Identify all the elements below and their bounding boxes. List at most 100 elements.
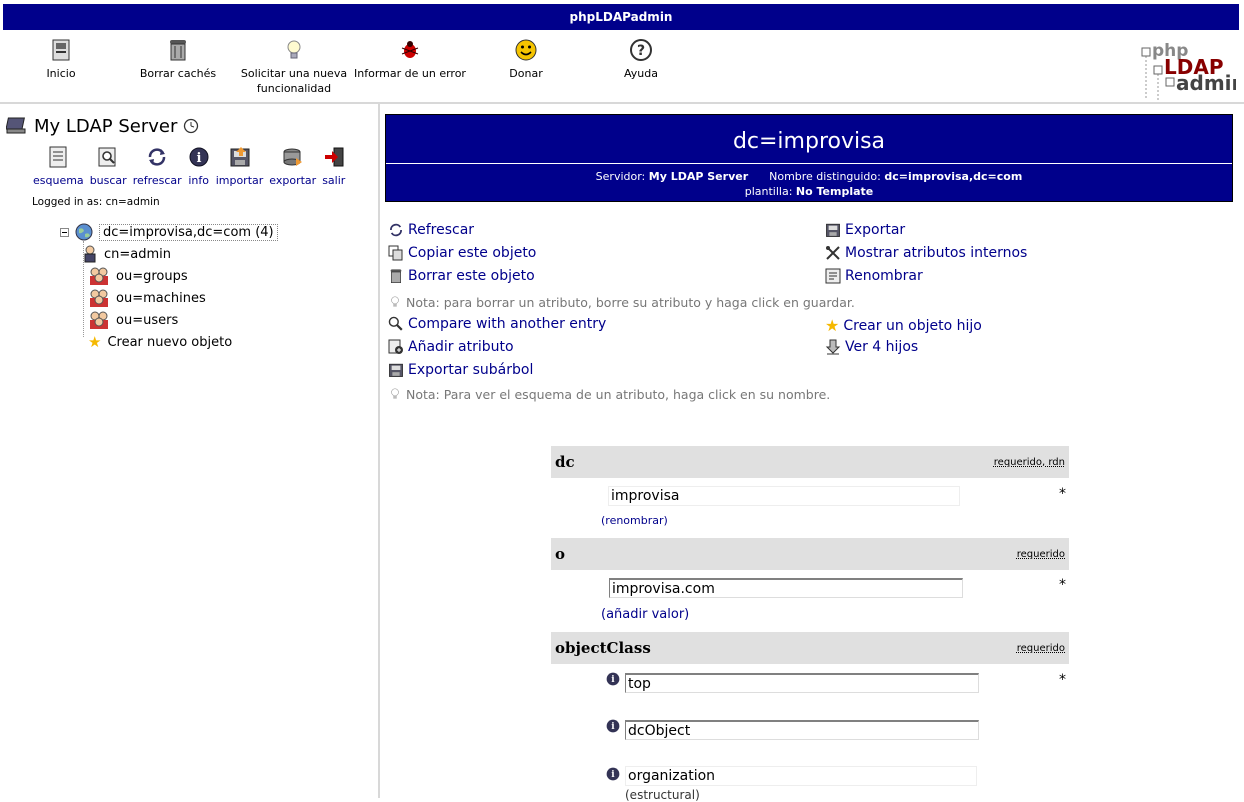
toolbar-report-bug-button[interactable]: Informar de un error [350, 38, 470, 81]
toolbar-feature-request-button[interactable]: Solicitar una nueva funcionalidad [234, 38, 354, 96]
delete-entry-link[interactable]: Borrar este objeto [388, 268, 535, 284]
import-button[interactable]: importar [213, 146, 267, 187]
schema-button[interactable]: esquema [30, 146, 87, 187]
panel-divider[interactable] [378, 104, 380, 798]
server-icon [6, 117, 26, 134]
export-subtree-icon [389, 363, 403, 377]
search-button[interactable]: buscar [87, 146, 130, 187]
export-label: exportar [269, 174, 317, 187]
entry-dn-title: dc=improvisa [732, 129, 886, 154]
required-mark: * [1059, 486, 1066, 502]
user-icon [84, 245, 96, 263]
compare-icon [388, 316, 403, 331]
svg-text:i: i [196, 151, 201, 166]
add-value-link[interactable]: añadir valor [606, 607, 684, 622]
server-value: My LDAP Server [648, 170, 749, 183]
required-mark: * [1059, 577, 1066, 593]
rename-link[interactable]: (renombrar) [601, 514, 668, 527]
export-subtree-link[interactable]: Exportar subárbol [388, 362, 533, 378]
toolbar-home-button[interactable]: Inicio [1, 38, 121, 81]
server-tools: esquema buscar refrescar i info importar… [30, 146, 348, 187]
trash-icon [390, 269, 402, 283]
copy-entry-label: Copiar este objeto [408, 245, 537, 261]
rename-icon [825, 268, 841, 284]
group-icon [90, 311, 108, 329]
objectclass-value-dcobject[interactable]: dcObject [625, 720, 979, 740]
attribute-name[interactable]: objectClass [555, 639, 651, 657]
server-name[interactable]: My LDAP Server [34, 116, 177, 137]
toolbar-clear-cache-button[interactable]: Borrar cachés [118, 38, 238, 81]
collapse-icon[interactable] [60, 227, 69, 237]
tree-node-machines[interactable]: ou=machines [60, 287, 278, 309]
add-value-wrapper: (añadir valor) [601, 607, 689, 622]
rename-entry-link[interactable]: Renombrar [825, 268, 923, 284]
tree-root-node: dc=improvisa,dc=com (4) [60, 221, 278, 243]
toolbar-donate-button[interactable]: Donar [466, 38, 586, 81]
view-children-label: Ver 4 hijos [845, 339, 919, 355]
attribute-table-o: o requerido [551, 538, 1069, 570]
tree-node-admin[interactable]: cn=admin [60, 243, 278, 265]
schema-note-text: Nota: Para ver el esquema de un atributo… [406, 386, 831, 402]
copy-entry-link[interactable]: Copiar este objeto [388, 245, 536, 261]
view-children-link[interactable]: Ver 4 hijos [825, 339, 918, 355]
add-value-suffix: ) [684, 607, 690, 622]
schema-icon [49, 146, 67, 168]
logout-icon [324, 147, 344, 167]
info-icon[interactable]: i [606, 719, 620, 733]
logged-in-as: Logged in as: cn=admin [32, 196, 160, 208]
app-title-bar: phpLDAPadmin [3, 4, 1239, 30]
compare-entry-link[interactable]: Compare with another entry [388, 316, 606, 332]
export-entry-link[interactable]: Exportar [825, 222, 905, 238]
globe-icon [75, 223, 93, 241]
lightbulb-icon [391, 296, 399, 307]
info-button[interactable]: i info [185, 146, 213, 187]
server-label: Servidor: [595, 170, 646, 183]
tree-root-label[interactable]: dc=improvisa,dc=com (4) [99, 223, 278, 241]
entry-header: dc=improvisa Servidor: My LDAP Server No… [385, 114, 1233, 202]
objectclass-value-top[interactable]: top [625, 673, 979, 693]
info-icon[interactable]: i [606, 767, 620, 781]
template-value: No Template [795, 185, 874, 198]
server-header: My LDAP Server [6, 115, 199, 137]
lightbulb-icon [391, 388, 399, 399]
search-icon [98, 147, 116, 167]
create-child-link[interactable]: ★ Crear un objeto hijo [825, 316, 982, 335]
tree-node-users[interactable]: ou=users [60, 309, 278, 331]
add-attribute-link[interactable]: Añadir atributo [388, 339, 514, 355]
o-value-field[interactable]: improvisa.com [609, 578, 963, 598]
logout-button[interactable]: salir [319, 146, 348, 187]
export-icon [283, 148, 302, 166]
group-icon [90, 267, 108, 285]
bug-icon [401, 41, 419, 58]
tree-node-label: cn=admin [104, 246, 172, 262]
copy-icon [388, 245, 403, 261]
svg-text:?: ? [637, 43, 645, 59]
add-attribute-label: Añadir atributo [408, 339, 514, 355]
toolbar-donate-label: Donar [509, 67, 543, 80]
tree-node-label: ou=machines [116, 290, 206, 306]
tools-icon [826, 246, 840, 260]
show-internal-attributes-link[interactable]: Mostrar atributos internos [825, 245, 1027, 261]
export-button[interactable]: exportar [266, 146, 319, 187]
tree-node-groups[interactable]: ou=groups [60, 265, 278, 287]
entry-info: Servidor: My LDAP Server Nombre distingu… [386, 169, 1232, 199]
refresh-icon [148, 148, 166, 166]
required-mark: * [1059, 672, 1066, 688]
clock-icon[interactable] [183, 118, 199, 134]
import-icon [230, 147, 249, 167]
delete-entry-label: Borrar este objeto [408, 268, 535, 284]
refresh-tree-button[interactable]: refrescar [130, 146, 185, 187]
dc-value-field: improvisa [608, 486, 960, 506]
refresh-entry-link[interactable]: Refrescar [388, 222, 474, 238]
refresh-entry-label: Refrescar [408, 222, 475, 238]
create-child-label: Crear un objeto hijo [843, 317, 982, 334]
toolbar-help-button[interactable]: ? Ayuda [581, 38, 701, 81]
toolbar-feature-request-label: Solicitar una nueva funcionalidad [240, 67, 348, 95]
tree-create-new[interactable]: ★ Crear nuevo objeto [60, 331, 278, 353]
export-icon [826, 223, 840, 237]
info-icon[interactable]: i [606, 672, 620, 686]
phpldapadmin-logo: php LDAP admin [1136, 40, 1244, 100]
toolbar-home-label: Inicio [46, 67, 76, 80]
attribute-name[interactable]: o [555, 545, 565, 563]
attribute-name[interactable]: dc [555, 453, 575, 471]
